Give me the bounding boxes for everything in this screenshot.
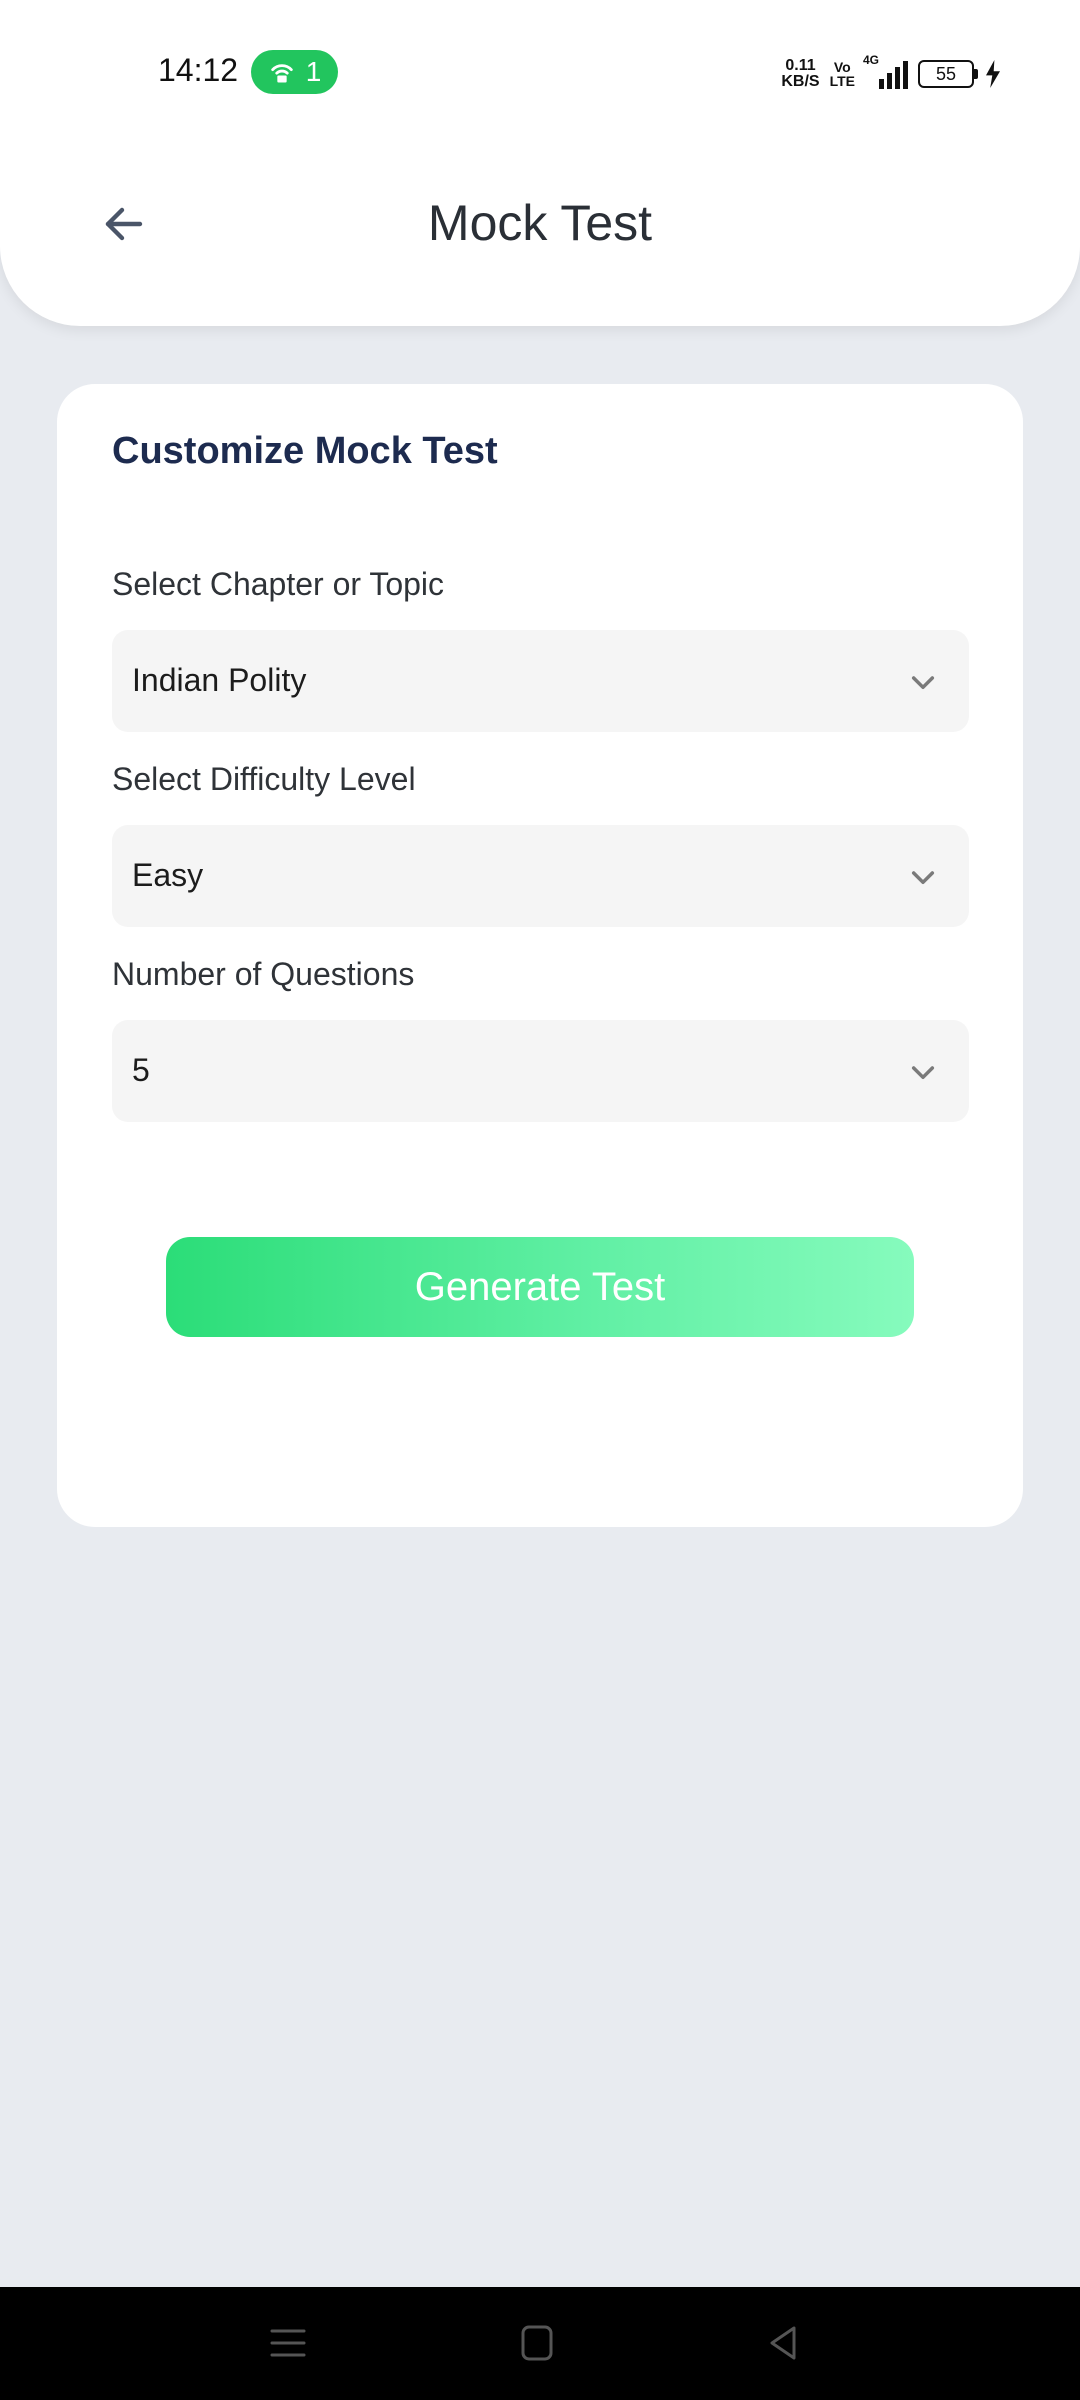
net-speed: 0.11 KB/S xyxy=(781,58,819,90)
signal-bar xyxy=(895,67,900,89)
network-type: 4G xyxy=(863,53,880,67)
volte-bottom: LTE xyxy=(829,73,855,89)
chevron-down-icon xyxy=(911,1066,935,1080)
card-title: Customize Mock Test xyxy=(112,430,498,472)
customize-card: Customize Mock Test Select Chapter or To… xyxy=(57,384,1023,1527)
menu-icon[interactable] xyxy=(266,2323,310,2363)
net-speed-value: 0.11 xyxy=(785,57,816,74)
home-icon[interactable] xyxy=(515,2323,559,2363)
signal-icon: 4G xyxy=(863,53,908,89)
status-right: 0.11 KB/S Vo LTE 4G 55 xyxy=(781,53,1002,94)
charging-icon xyxy=(986,60,1000,88)
questions-select[interactable]: 5 xyxy=(112,1020,969,1122)
hotspot-icon xyxy=(270,64,293,83)
net-speed-unit: KB/S xyxy=(781,73,820,90)
chevron-down-icon xyxy=(911,871,935,885)
volte-top: Vo xyxy=(833,59,851,75)
status-time: 14:12 xyxy=(158,52,239,88)
app-header: 14:12 1 0.11 KB/S Vo LTE 4G 55 Mock Test xyxy=(0,0,1080,326)
signal-bar xyxy=(879,79,884,89)
signal-bar xyxy=(903,61,908,89)
generate-test-button[interactable]: Generate Test xyxy=(166,1237,914,1337)
chapter-label: Select Chapter or Topic xyxy=(112,566,445,602)
page-title: Mock Test xyxy=(427,195,653,251)
difficulty-value: Easy xyxy=(132,857,204,893)
chapter-value: Indian Polity xyxy=(132,662,307,698)
volte-indicator: Vo LTE xyxy=(830,60,855,88)
signal-bar xyxy=(887,73,892,89)
questions-label: Number of Questions xyxy=(112,956,415,992)
status-bar: 14:12 1 0.11 KB/S Vo LTE 4G 55 xyxy=(0,0,1080,140)
system-nav-bar xyxy=(0,2287,1080,2400)
battery-icon: 55 xyxy=(918,60,978,88)
back-triangle-icon[interactable] xyxy=(762,2323,806,2363)
difficulty-select[interactable]: Easy xyxy=(112,825,969,927)
hotspot-count: 1 xyxy=(305,56,322,87)
difficulty-label: Select Difficulty Level xyxy=(112,761,416,797)
chevron-down-icon xyxy=(911,676,935,690)
hotspot-indicator[interactable]: 1 xyxy=(251,50,338,94)
questions-value: 5 xyxy=(132,1052,150,1088)
battery-level: 55 xyxy=(935,63,957,84)
chapter-select[interactable]: Indian Polity xyxy=(112,630,969,732)
